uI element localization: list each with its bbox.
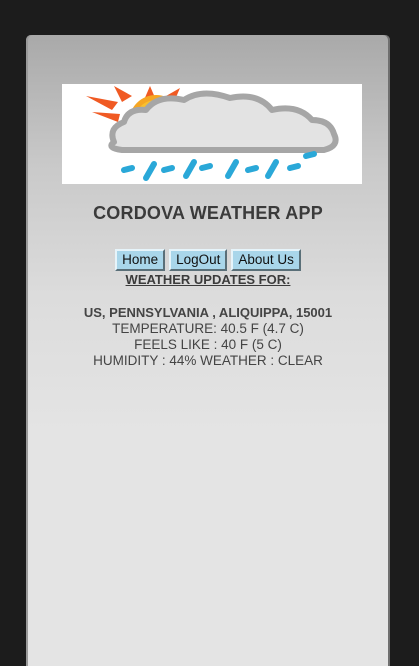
about-us-button[interactable]: About Us (231, 249, 301, 271)
device-frame: CORDOVA WEATHER APP Home LogOut About Us… (0, 0, 419, 666)
weather-updates-heading: WEATHER UPDATES FOR: (125, 272, 291, 287)
feels-like-text: FEELS LIKE : 40 F (5 C) (134, 337, 282, 352)
location-text: US, PENNSYLVANIA , ALIQUIPPA, 15001 (83, 305, 333, 320)
humidity-condition-text: HUMIDITY : 44% WEATHER : CLEAR (93, 353, 323, 368)
sun-cloud-rain-icon (86, 86, 339, 181)
weather-logo (62, 84, 362, 184)
temperature-text: TEMPERATURE: 40.5 F (4.7 C) (112, 321, 304, 336)
app-screen: CORDOVA WEATHER APP Home LogOut About Us… (26, 35, 390, 666)
app-title: CORDOVA WEATHER APP (93, 203, 323, 223)
logout-button[interactable]: LogOut (169, 249, 228, 271)
weather-info: US, PENNSYLVANIA , ALIQUIPPA, 15001 TEMP… (26, 305, 390, 369)
nav-bar: Home LogOut About Us (26, 249, 390, 271)
home-button[interactable]: Home (115, 249, 166, 271)
